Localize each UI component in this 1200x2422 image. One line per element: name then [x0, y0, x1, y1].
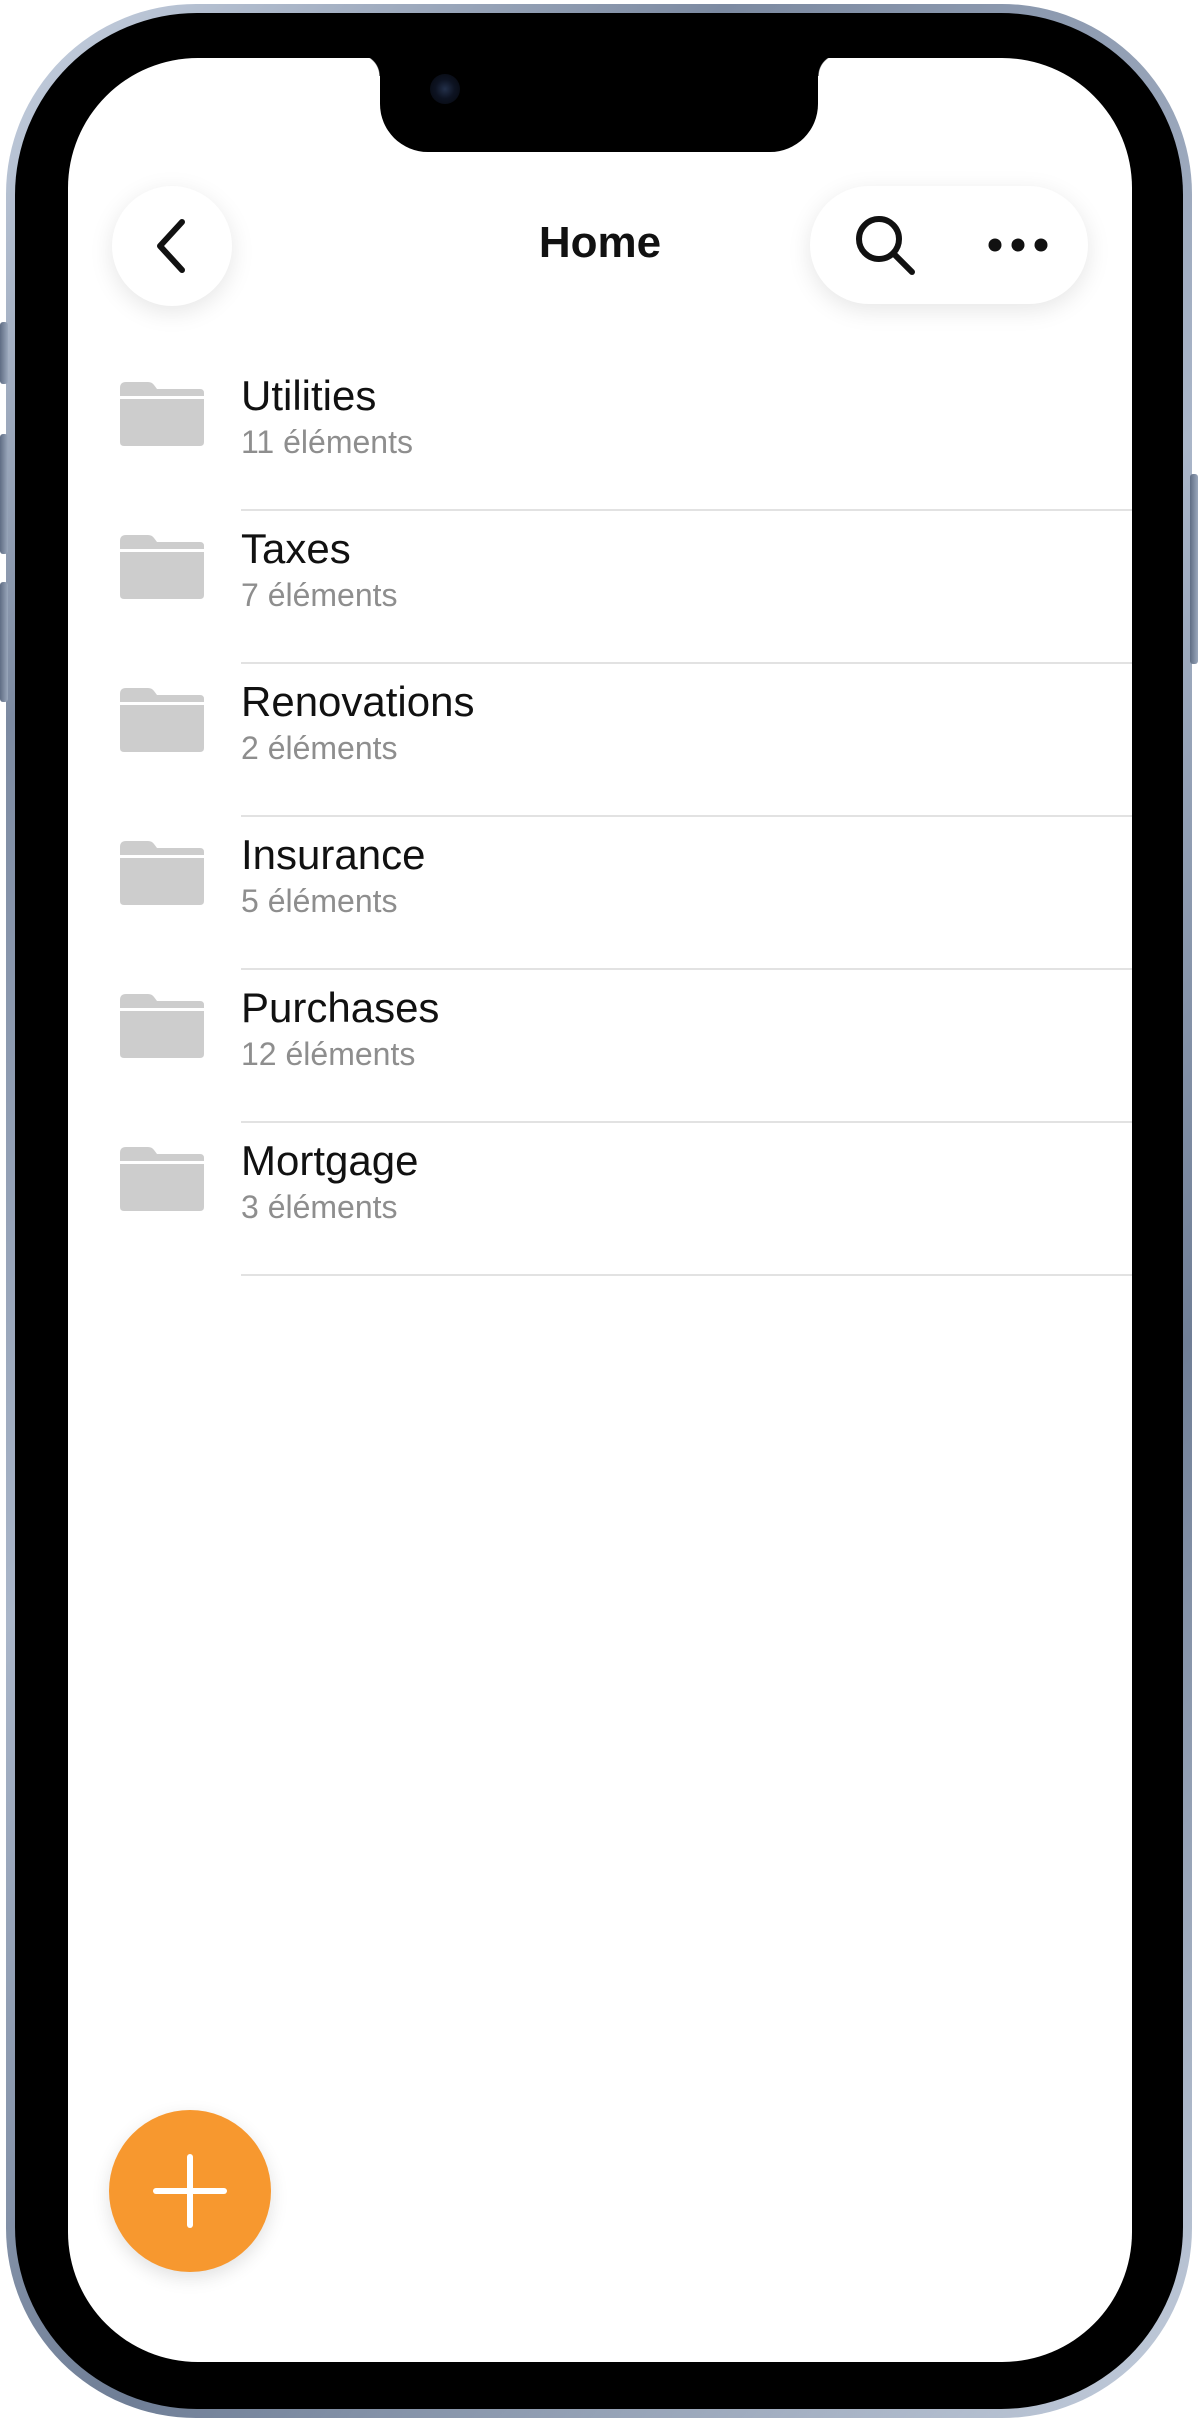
folder-text: Utilities 11 éléments — [241, 372, 413, 462]
folder-icon — [120, 688, 204, 752]
side-button-power — [1190, 474, 1198, 664]
notch — [358, 58, 840, 152]
folder-row-renovations[interactable]: Renovations 2 éléments — [68, 664, 1132, 817]
folder-text: Renovations 2 éléments — [241, 678, 474, 768]
folder-item-count: 11 éléments — [241, 424, 413, 460]
folder-item-count: 2 éléments — [241, 730, 398, 766]
folder-row-taxes[interactable]: Taxes 7 éléments — [68, 511, 1132, 664]
folder-name: Insurance — [241, 831, 426, 878]
more-options-button[interactable] — [970, 200, 1066, 290]
folder-text: Insurance 5 éléments — [241, 831, 425, 921]
folder-icon — [120, 994, 204, 1058]
side-button-action — [0, 322, 8, 384]
folder-name: Mortgage — [241, 1137, 419, 1184]
add-button[interactable] — [109, 2110, 271, 2272]
folder-item-count: 5 éléments — [241, 883, 398, 919]
ellipsis-icon — [988, 238, 1048, 252]
folder-item-count: 3 éléments — [241, 1189, 398, 1225]
folder-icon — [120, 382, 204, 446]
folder-icon — [120, 535, 204, 599]
folder-row-insurance[interactable]: Insurance 5 éléments — [68, 817, 1132, 970]
folder-item-count: 7 éléments — [241, 577, 398, 613]
folder-text: Taxes 7 éléments — [241, 525, 398, 615]
folder-item-count: 12 éléments — [241, 1036, 416, 1072]
folder-name: Renovations — [241, 678, 475, 725]
folder-row-mortgage[interactable]: Mortgage 3 éléments — [68, 1123, 1132, 1276]
side-button-volume-up — [0, 434, 8, 554]
folder-text: Mortgage 3 éléments — [241, 1137, 418, 1227]
header-actions — [810, 186, 1088, 304]
folder-row-purchases[interactable]: Purchases 12 éléments — [68, 970, 1132, 1123]
folder-list: Utilities 11 éléments Taxes 7 éléments R — [68, 358, 1132, 1276]
search-button[interactable] — [840, 200, 930, 290]
folder-icon — [120, 1147, 204, 1211]
plus-icon — [153, 2154, 227, 2228]
folder-name: Purchases — [241, 984, 440, 1031]
search-icon — [856, 216, 915, 275]
folder-name: Utilities — [241, 372, 377, 419]
folder-icon — [120, 841, 204, 905]
row-divider — [241, 1274, 1132, 1276]
side-button-volume-down — [0, 582, 8, 702]
app-screen: Home Utilities 11 éléments Taxes 7 éléme… — [68, 58, 1132, 2362]
folder-name: Taxes — [241, 525, 351, 572]
folder-text: Purchases 12 éléments — [241, 984, 439, 1074]
front-camera — [430, 74, 460, 104]
folder-row-utilities[interactable]: Utilities 11 éléments — [68, 358, 1132, 511]
